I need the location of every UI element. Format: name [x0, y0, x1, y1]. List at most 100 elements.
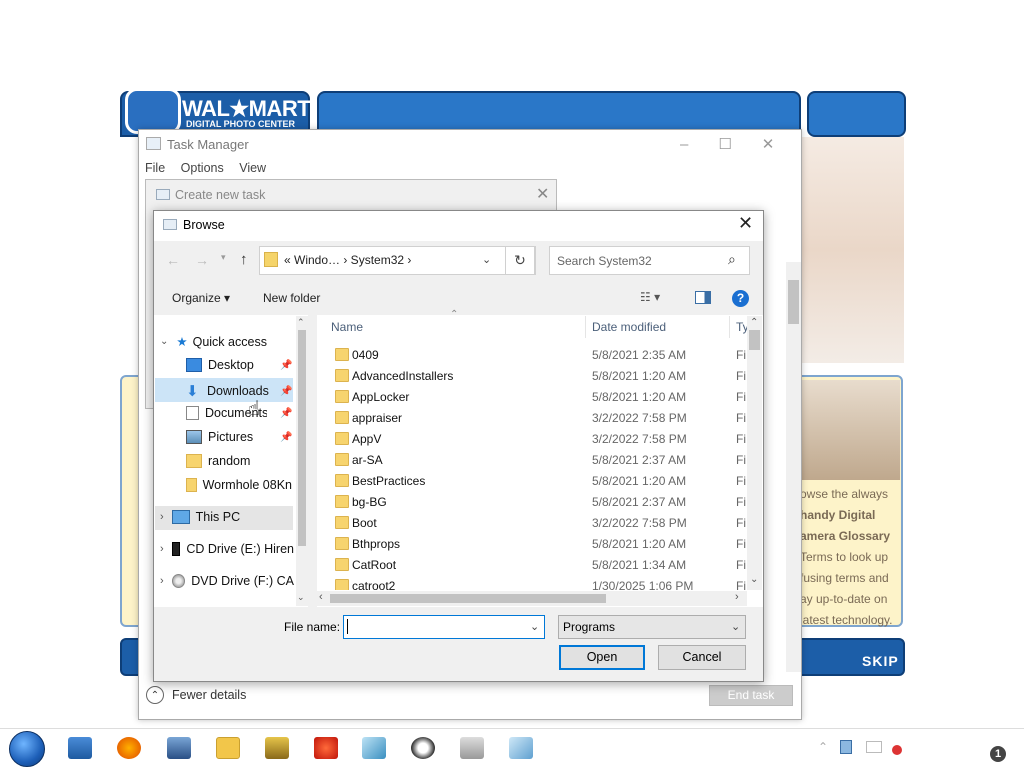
back-arrow-icon[interactable]: ← [166, 252, 180, 268]
nav-this-pc[interactable]: › This PC [160, 510, 240, 524]
file-row[interactable]: AppLocker 5/8/2021 1:20 AM Fi [335, 387, 747, 408]
task-manager-icon [146, 137, 161, 150]
file-row[interactable]: bg-BG 5/8/2021 2:37 AM Fi [335, 492, 747, 513]
scroll-left-icon[interactable]: ‹ [319, 591, 323, 603]
menu-file[interactable]: File [145, 161, 165, 175]
task-manager-menubar: File Options View [145, 161, 278, 175]
close-icon[interactable]: ✕ [738, 213, 753, 234]
scroll-right-icon[interactable]: › [735, 591, 739, 603]
nav-random[interactable]: random [186, 454, 250, 468]
close-icon[interactable]: ✕ [762, 136, 805, 153]
tray-expand-icon[interactable]: ⌃ [818, 740, 828, 754]
vscrollbar-thumb[interactable] [749, 330, 760, 350]
chevron-right-icon[interactable]: › [160, 575, 164, 587]
fewer-details-button[interactable]: ⌃ Fewer details [146, 686, 246, 704]
notification-badge[interactable]: 1 [990, 746, 1006, 762]
task-manager-scroll-thumb[interactable] [788, 280, 799, 324]
file-row[interactable]: appraiser 3/2/2022 7:58 PM Fi [335, 408, 747, 429]
run-icon [156, 189, 170, 200]
folder-icon[interactable] [216, 737, 240, 759]
scroll-down-icon[interactable]: ⌄ [297, 592, 305, 603]
chevron-down-icon[interactable]: ⌄ [482, 253, 491, 266]
chevron-right-icon[interactable]: › [160, 543, 164, 555]
file-row[interactable]: BestPractices 5/8/2021 1:20 AM Fi [335, 471, 747, 492]
photo-icon[interactable] [460, 737, 484, 759]
file-name-input[interactable] [343, 615, 545, 639]
up-arrow-icon[interactable]: ↑ [240, 251, 248, 268]
file-row[interactable]: Bthprops 5/8/2021 1:20 AM Fi [335, 534, 747, 555]
minimize-icon[interactable]: – [680, 136, 718, 153]
nav-quick-access[interactable]: ⌄ ★ Quick access [160, 334, 267, 350]
new-folder-button[interactable]: New folder [263, 291, 320, 305]
refresh-button[interactable]: ↻ [505, 246, 535, 275]
book-photo [800, 380, 900, 480]
nav-pictures[interactable]: Pictures 📌 [186, 430, 292, 444]
nav-cd-drive[interactable]: › CD Drive (E:) Hiren [160, 542, 294, 556]
folder-icon [335, 390, 349, 403]
fewer-details-label: Fewer details [172, 688, 247, 702]
search-icon[interactable]: ⌕ [728, 251, 736, 268]
window-icon[interactable] [509, 737, 533, 759]
file-list-vscrollbar[interactable] [747, 316, 762, 590]
file-row[interactable]: catroot2 1/30/2025 1:06 PM Fi [335, 576, 747, 590]
chevron-down-icon[interactable]: ⌄ [731, 620, 740, 633]
menu-view[interactable]: View [239, 161, 266, 175]
tray-app-icon[interactable] [840, 740, 852, 754]
file-explorer-icon[interactable] [68, 737, 92, 759]
file-row[interactable]: AdvancedInstallers 5/8/2021 1:20 AM Fi [335, 366, 747, 387]
maximize-icon[interactable]: ☐ [718, 136, 761, 153]
firefox-icon[interactable] [117, 737, 141, 759]
tray-network-icon[interactable] [866, 741, 882, 753]
scroll-up-icon[interactable]: ⌃ [297, 317, 305, 328]
nav-desktop[interactable]: Desktop 📌 [186, 358, 292, 372]
flash-icon[interactable] [411, 737, 435, 759]
scroll-up-icon[interactable]: ⌃ [750, 317, 758, 328]
pin-icon[interactable]: 📌 [280, 386, 292, 397]
desktop-icon [186, 358, 202, 372]
start-button[interactable] [9, 731, 45, 767]
bee-icon[interactable] [265, 737, 289, 759]
forward-arrow-icon[interactable]: → [195, 252, 209, 268]
skip-button[interactable]: Skip [862, 653, 899, 669]
organize-button[interactable]: Organize ▾ [172, 291, 230, 305]
preview-pane-icon[interactable] [695, 291, 711, 304]
file-row[interactable]: CatRoot 5/8/2021 1:34 AM Fi [335, 555, 747, 576]
recent-locations-icon[interactable]: ▾ [221, 252, 226, 263]
file-row[interactable]: AppV 3/2/2022 7:58 PM Fi [335, 429, 747, 450]
view-options-icon[interactable]: ☷ ▾ [640, 290, 660, 304]
hscrollbar-thumb[interactable] [330, 594, 606, 603]
nav-dvd-drive[interactable]: › DVD Drive (F:) CA [160, 574, 294, 588]
close-icon[interactable]: ✕ [536, 184, 549, 204]
chevron-down-icon[interactable]: ⌄ [160, 336, 168, 347]
pin-icon[interactable]: 📌 [280, 432, 292, 443]
network-icon[interactable] [167, 737, 191, 759]
pin-icon[interactable]: 📌 [280, 360, 292, 371]
help-icon[interactable]: ? [732, 290, 749, 307]
end-task-button[interactable]: End task [709, 685, 793, 706]
address-path[interactable]: « Windo… › System32 › [284, 253, 411, 267]
file-row[interactable]: 0409 5/8/2021 2:35 AM Fi [335, 345, 747, 366]
menu-options[interactable]: Options [181, 161, 224, 175]
nav-wormhole[interactable]: Wormhole 08Kn [186, 478, 292, 492]
cancel-button[interactable]: Cancel [658, 645, 746, 670]
glossary-text: owse the always handy Digital amera Glos… [800, 487, 893, 627]
flame-icon[interactable] [314, 737, 338, 759]
book-icon[interactable] [362, 737, 386, 759]
tray-error-icon[interactable] [892, 745, 902, 755]
folder-icon [335, 558, 349, 571]
column-name[interactable]: Name [331, 320, 363, 334]
file-row[interactable]: ar-SA 5/8/2021 2:37 AM Fi [335, 450, 747, 471]
chevron-right-icon[interactable]: › [160, 511, 164, 523]
camera-icon [125, 88, 181, 134]
pin-icon[interactable]: 📌 [280, 408, 292, 419]
column-divider[interactable] [729, 316, 730, 338]
nav-scrollbar-thumb[interactable] [298, 330, 306, 546]
column-date-modified[interactable]: Date modified [592, 320, 666, 334]
chevron-down-icon[interactable]: ⌄ [530, 620, 539, 633]
file-row[interactable]: Boot 3/2/2022 7:58 PM Fi [335, 513, 747, 534]
column-divider[interactable] [585, 316, 586, 338]
scroll-down-icon[interactable]: ⌄ [750, 574, 758, 585]
file-type-select[interactable]: Programs [558, 615, 746, 639]
open-button[interactable]: Open [559, 645, 645, 670]
window-controls[interactable]: –☐✕ [680, 135, 804, 153]
